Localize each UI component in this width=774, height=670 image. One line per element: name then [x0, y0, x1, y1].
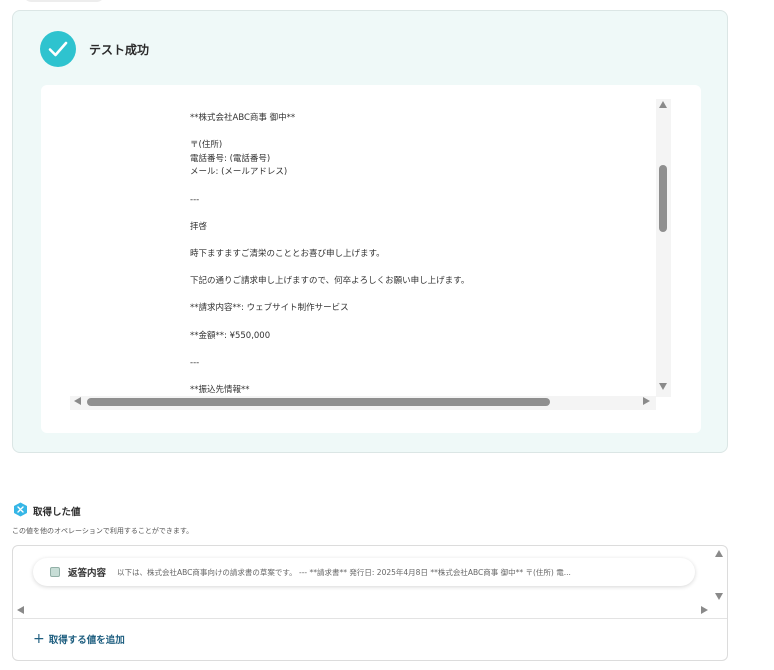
acquired-value-item[interactable]: 返答内容 以下は、株式会社ABC商事向けの請求書の草案です。 --- **請求書…: [33, 558, 695, 586]
output-line: 拝啓: [190, 221, 208, 232]
test-output-box[interactable]: **株式会社ABC商事 御中** 〒(住所) 電話番号: (電話番号) メール: (…: [41, 85, 701, 433]
divider: [13, 618, 727, 619]
acquired-values-title: 取得した値: [33, 507, 81, 518]
test-output-text: **株式会社ABC商事 御中** 〒(住所) 電話番号: (電話番号) メール: (…: [190, 112, 660, 400]
output-line: ---: [190, 194, 200, 205]
acquired-value-preview: 以下は、株式会社ABC商事向けの請求書の草案です。 --- **請求書** 発行…: [117, 568, 571, 577]
scroll-left-arrow-icon[interactable]: [17, 606, 24, 614]
output-line: メール: (メールアドレス): [190, 167, 288, 178]
output-line: 時下ますますご清栄のこととお喜び申し上げます。: [190, 248, 385, 259]
output-line: 下記の通りご請求申し上げますので、何卒よろしくお願い申し上げます。: [190, 276, 470, 287]
output-line: 電話番号: (電話番号): [190, 153, 271, 164]
scroll-right-arrow-icon[interactable]: [643, 397, 650, 405]
acquired-value-label: 返答内容: [68, 568, 107, 579]
variable-hex-icon: [14, 502, 27, 517]
add-value-button[interactable]: + 取得する値を追加: [33, 630, 125, 648]
scroll-down-arrow-icon[interactable]: [715, 593, 723, 600]
scroll-down-arrow-icon[interactable]: [659, 383, 667, 390]
output-line: 〒(住所): [190, 140, 223, 151]
output-line: ---: [190, 357, 200, 368]
output-line: **請求内容**: ウェブサイト制作サービス: [190, 303, 349, 314]
vertical-scroll-thumb[interactable]: [659, 165, 667, 232]
horizontal-scroll-thumb[interactable]: [87, 398, 550, 406]
scroll-right-arrow-icon[interactable]: [701, 606, 708, 614]
vertical-scrollbar[interactable]: [656, 99, 671, 397]
test-success-title: テスト成功: [89, 43, 150, 57]
scroll-left-arrow-icon[interactable]: [74, 397, 81, 405]
value-square-icon: [50, 567, 60, 577]
acquired-values-description: この値を他のオペレーションで利用することができます。: [12, 527, 194, 535]
output-line: **金額**: ¥550,000: [190, 330, 271, 341]
add-value-label: 取得する値を追加: [48, 635, 125, 646]
previous-card-edge: [22, 0, 106, 2]
scroll-up-arrow-icon[interactable]: [659, 101, 667, 108]
plus-icon: +: [33, 631, 45, 647]
scroll-up-arrow-icon[interactable]: [715, 550, 723, 557]
test-success-panel: テスト成功 **株式会社ABC商事 御中** 〒(住所) 電話番号: (電話番号)…: [12, 10, 728, 453]
check-circle-icon: [40, 31, 76, 67]
acquired-values-panel: 返答内容 以下は、株式会社ABC商事向けの請求書の草案です。 --- **請求書…: [12, 545, 728, 661]
output-line: **株式会社ABC商事 御中**: [190, 113, 296, 123]
